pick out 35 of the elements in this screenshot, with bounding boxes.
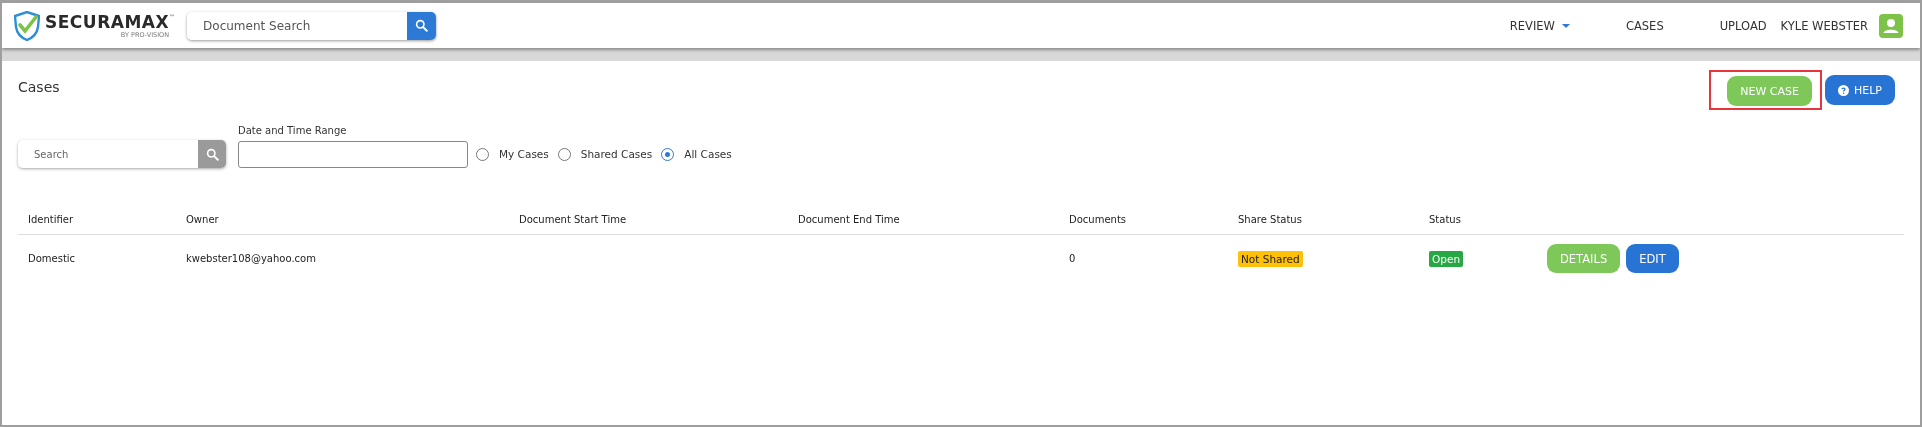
nav-link[interactable]: CASES [1625, 18, 1664, 33]
caret-icon [1561, 23, 1570, 28]
search-field[interactable]: Search [18, 140, 198, 168]
search-button[interactable] [407, 11, 437, 40]
user-menu[interactable]: KYLE WEBSTER [1780, 18, 1868, 33]
field-label: Date and Time Range [238, 125, 348, 136]
user-avatar-icon[interactable] [1879, 13, 1903, 38]
search-icon [415, 19, 429, 32]
radio-label[interactable]: My Cases [499, 148, 549, 160]
column-header: Owner [185, 213, 220, 225]
date-range-field[interactable] [238, 141, 468, 168]
share-status-badge: Not Shared [1238, 250, 1303, 267]
table-cell-text: 0 [1068, 253, 1077, 264]
nav-link[interactable]: REVIEW [1509, 18, 1570, 33]
column-header: Share Status [1237, 213, 1303, 225]
shield-check-icon [14, 10, 40, 41]
column-header: Identifier [27, 213, 75, 225]
row-action-button[interactable]: EDIT [1626, 244, 1679, 273]
page-title: Cases [18, 79, 60, 95]
nav-link[interactable]: UPLOAD [1719, 18, 1767, 33]
table-cell-text: Domestic [27, 253, 77, 264]
action-button[interactable]: HELP [1825, 75, 1895, 105]
column-header: Document End Time [797, 213, 901, 225]
radio-label[interactable]: Shared Cases [580, 148, 653, 160]
document-search-field[interactable]: Document Search [187, 11, 408, 40]
radio-label[interactable]: All Cases [684, 148, 732, 160]
status-badge: Open [1429, 250, 1464, 267]
column-header: Status [1428, 213, 1462, 225]
search-button[interactable] [198, 140, 226, 168]
logo-wordmark: SECURAMAX [45, 12, 170, 31]
help-icon [1838, 84, 1849, 96]
column-header: Documents [1068, 213, 1128, 225]
search-icon [205, 147, 219, 161]
table-cell-text: kwebster108@yahoo.com [185, 253, 317, 264]
column-header: Document Start Time [518, 213, 628, 225]
